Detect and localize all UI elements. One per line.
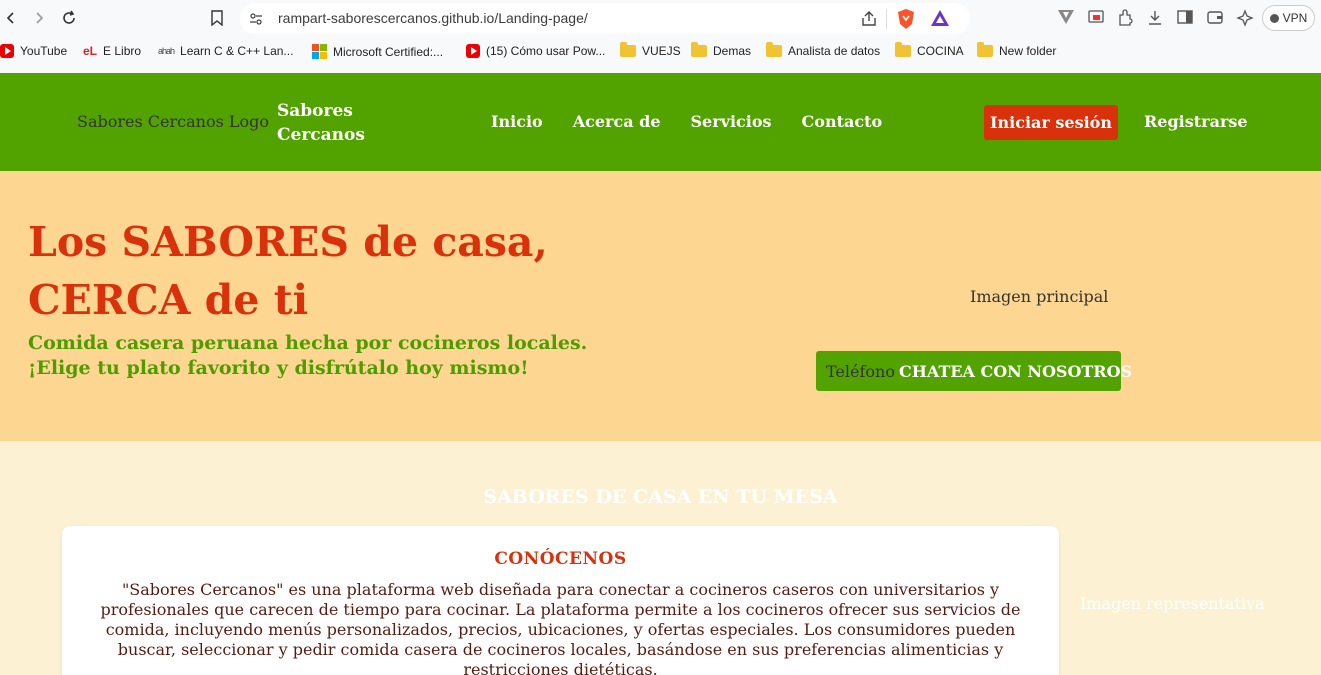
site-settings-icon[interactable] (248, 11, 264, 32)
reload-icon (63, 10, 75, 24)
card-title: CONÓCENOS (494, 549, 627, 569)
bookmark-label: New folder (999, 44, 1057, 58)
reload-button[interactable] (58, 7, 80, 29)
brave-shields-icon[interactable] (896, 8, 916, 35)
url-text[interactable]: rampart-saborescercanos.github.io/Landin… (278, 10, 588, 26)
about-card: CONÓCENOS "Sabores Cercanos" es una plat… (62, 526, 1059, 675)
bookmark-label: Analista de datos (788, 44, 881, 58)
bookmark-folder-demas[interactable]: Demas (691, 42, 752, 58)
nav-link-servicios[interactable]: Servicios (691, 112, 772, 131)
microsoft-icon (312, 44, 327, 59)
register-link[interactable]: Registrarse (1144, 112, 1248, 131)
cast-icon[interactable] (1087, 9, 1105, 30)
browser-toolbar: rampart-saborescercanos.github.io/Landin… (0, 0, 1321, 38)
hero-title-line-1: Los SABORES de casa, (28, 218, 548, 266)
hero-subtitle: Comida casera peruana hecha por cocinero… (28, 331, 588, 381)
hero-section: Los SABORES de casa, CERCA de ti Comida … (0, 171, 1321, 441)
brave-rewards-icon[interactable] (930, 9, 950, 32)
bookmark-learn-c[interactable]: ahah Learn C & C++ Lan... (158, 44, 293, 58)
bookmark-label: (15) Cómo usar Pow... (486, 44, 606, 58)
nav-link-acerca[interactable]: Acerca de (573, 112, 661, 131)
youtube-icon (466, 44, 480, 58)
bookmark-label: E Libro (103, 44, 142, 58)
bookmark-folder-new[interactable]: New folder (977, 42, 1057, 58)
vpn-button[interactable]: VPN (1262, 5, 1315, 31)
bookmark-label: YouTube (20, 44, 68, 58)
about-section: SABORES DE CASA EN TU MESA CONÓCENOS "Sa… (0, 441, 1321, 675)
forward-icon (36, 12, 44, 24)
cisco-icon: ahah (158, 46, 175, 56)
youtube-icon (0, 44, 14, 58)
phone-icon-broken: Teléfono (826, 361, 895, 381)
main-nav: Inicio Acerca de Servicios Contacto (491, 112, 882, 131)
share-icon[interactable] (860, 10, 878, 33)
brand-name[interactable]: Sabores Cercanos (277, 99, 387, 147)
folder-icon (620, 42, 636, 57)
extensions-icon[interactable] (1116, 9, 1134, 32)
vpn-shield-icon[interactable] (1057, 9, 1075, 30)
back-icon (6, 12, 14, 24)
bookmarks-bar: YouTube eL E Libro ahah Learn C & C++ La… (0, 41, 1321, 65)
bookmark-label: Microsoft Certified:... (333, 44, 444, 59)
bookmark-folder-vuejs[interactable]: VUEJS (620, 42, 681, 58)
bookmark-icon (211, 10, 223, 26)
address-bar[interactable]: rampart-saborescercanos.github.io/Landin… (240, 3, 970, 34)
elibro-icon: eL (83, 44, 98, 58)
bookmark-page-button[interactable] (206, 7, 228, 29)
forward-button[interactable] (28, 7, 50, 29)
brand-line-2: Cercanos (277, 125, 365, 145)
hero-image-broken: Imagen principal (970, 287, 1109, 306)
site-header: Sabores Cercanos Logo Sabores Cercanos I… (0, 73, 1321, 171)
wallet-icon[interactable] (1206, 9, 1224, 30)
leo-ai-icon[interactable] (1236, 9, 1254, 32)
download-icon[interactable] (1146, 9, 1164, 32)
folder-icon (766, 42, 782, 57)
folder-icon (895, 42, 911, 57)
bookmark-label: Learn C & C++ Lan... (180, 44, 294, 58)
bookmark-label: COCINA (917, 44, 964, 58)
hero-title: Los SABORES de casa, CERCA de ti (28, 213, 588, 329)
nav-link-inicio[interactable]: Inicio (491, 112, 543, 131)
login-button[interactable]: Iniciar sesión (984, 105, 1118, 140)
vpn-status-icon (1269, 13, 1279, 23)
folder-icon (977, 42, 993, 57)
bookmark-youtube[interactable]: YouTube (0, 44, 67, 58)
bookmark-elibro[interactable]: eL E Libro (83, 44, 141, 58)
urlbar-divider (886, 9, 887, 29)
bookmark-label: VUEJS (642, 44, 681, 58)
chat-button-label: CHATEA CON NOSOTROS (898, 361, 1133, 381)
brand-line-1: Sabores (277, 101, 353, 121)
hero-subtitle-line-2: ¡Elige tu plato favorito y disfrútalo ho… (28, 357, 529, 379)
logo-image-broken[interactable]: Sabores Cercanos Logo (77, 112, 269, 131)
hero-title-line-2: CERCA de ti (28, 276, 309, 324)
bookmark-folder-cocina[interactable]: COCINA (895, 42, 964, 58)
bookmark-microsoft[interactable]: Microsoft Certified:... (312, 44, 443, 59)
section-title: SABORES DE CASA EN TU MESA (483, 486, 838, 508)
nav-link-contacto[interactable]: Contacto (802, 112, 883, 131)
folder-icon (691, 42, 707, 57)
hero-subtitle-line-1: Comida casera peruana hecha por cocinero… (28, 332, 588, 354)
vpn-label: VPN (1282, 11, 1308, 25)
sidebar-icon[interactable] (1176, 9, 1194, 30)
bookmark-label: Demas (713, 44, 752, 58)
side-image-broken: Imagen representativa (1080, 594, 1265, 613)
chat-button[interactable]: Teléfono CHATEA CON NOSOTROS (816, 351, 1132, 391)
bookmark-folder-analista[interactable]: Analista de datos (766, 42, 881, 58)
bookmark-youtube-video[interactable]: (15) Cómo usar Pow... (466, 44, 605, 58)
browser-chrome: rampart-saborescercanos.github.io/Landin… (0, 0, 1321, 73)
card-description: "Sabores Cercanos" es una plataforma web… (100, 580, 1021, 675)
back-button[interactable] (0, 7, 22, 29)
